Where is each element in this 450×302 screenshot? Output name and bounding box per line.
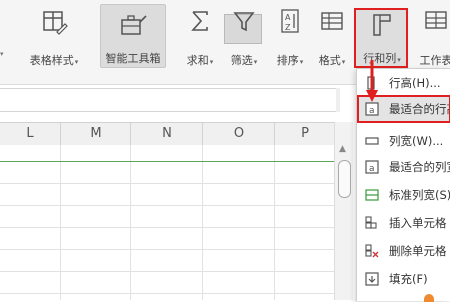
column-header-m[interactable]: M	[60, 123, 131, 145]
fill-icon	[365, 272, 379, 286]
worksheet-button[interactable]: 工作表	[416, 6, 450, 67]
menu-item-best-fit-column[interactable]: a 最适合的列宽	[357, 153, 450, 181]
grid-row-line	[0, 183, 334, 184]
menu-item-label: 标准列宽(S)...	[389, 188, 450, 202]
grid-line	[202, 145, 203, 300]
insert-cells-icon	[365, 216, 377, 229]
formula-bar-divider	[336, 88, 340, 112]
worksheet-icon	[425, 11, 447, 29]
toolbox-icon	[121, 15, 147, 35]
best-fit-row-icon: a	[365, 102, 379, 116]
grid-row-line	[0, 293, 334, 294]
chevron-down-icon[interactable]: ▾	[0, 50, 4, 58]
scroll-up-icon[interactable]: ▲	[339, 144, 346, 154]
scroll-thumb[interactable]	[338, 160, 351, 198]
menu-item-label: 插入单元格	[389, 216, 447, 230]
row-column-icon	[373, 14, 391, 36]
column-header-n[interactable]: N	[130, 123, 203, 145]
cell-grid[interactable]	[0, 145, 334, 300]
sort-label: 排序	[276, 54, 299, 67]
sort-button[interactable]: A Z 排序▾	[270, 6, 310, 67]
menu-item-column-width[interactable]: 列宽(W)...	[357, 127, 450, 155]
table-style-label: 表格样式	[29, 54, 74, 67]
table-style-icon	[43, 11, 68, 35]
menu-item-standard-width[interactable]: 标准列宽(S)...	[357, 181, 450, 209]
grid-row-line	[0, 249, 334, 250]
smart-toolbox-label: 智能工具箱	[105, 52, 161, 65]
filter-button[interactable]: 筛选▾	[224, 6, 264, 67]
filter-label: 筛选	[230, 54, 253, 67]
menu-item-fill[interactable]: 填充(F)	[357, 265, 450, 293]
column-width-icon	[365, 137, 379, 145]
grid-row-line	[0, 271, 334, 272]
sum-label: 求和	[186, 54, 209, 67]
column-header-o[interactable]: O	[202, 123, 275, 145]
red-arrow-icon	[366, 60, 378, 102]
menu-item-delete-cells[interactable]: 删除单元格	[357, 237, 450, 265]
menu-item-label: 填充(F)	[389, 272, 428, 286]
sum-button[interactable]: 求和▾	[180, 6, 220, 67]
format-button[interactable]: 格式▾	[312, 6, 352, 67]
delete-cells-icon	[365, 244, 379, 258]
grid-row-line	[0, 227, 334, 228]
vertical-scrollbar[interactable]: ▲	[334, 122, 353, 300]
sort-az-icon: A Z	[281, 9, 299, 33]
menu-item-label: 删除单元格	[389, 244, 447, 258]
table-style-button[interactable]: 表格样式▾	[24, 6, 84, 67]
grid-line	[60, 145, 61, 300]
menu-item-label: 列宽(W)...	[389, 134, 444, 148]
best-fit-column-icon: a	[365, 160, 379, 174]
grid-line	[274, 145, 275, 300]
format-table-icon	[321, 12, 343, 30]
grid-row-line	[0, 205, 334, 206]
sigma-icon	[191, 11, 208, 31]
funnel-icon	[233, 12, 255, 32]
column-header-p[interactable]: P	[274, 123, 335, 145]
menu-item-label: 最适合的行高	[389, 102, 449, 116]
svg-text:Z: Z	[285, 23, 291, 32]
column-headers: L M N O P	[0, 122, 334, 146]
worksheet-label: 工作表	[419, 54, 450, 67]
format-label: 格式	[318, 54, 341, 67]
column-header-l[interactable]: L	[0, 123, 60, 145]
standard-width-icon	[365, 189, 379, 201]
grid-line	[130, 145, 131, 300]
svg-text:A: A	[285, 13, 291, 22]
svg-text:a: a	[369, 106, 375, 116]
smart-toolbox-button[interactable]: 智能工具箱	[100, 4, 166, 68]
grid-row-line	[0, 161, 334, 162]
svg-text:a: a	[369, 164, 375, 174]
menu-item-label: 最适合的列宽	[389, 160, 450, 174]
menu-item-label: 行高(H)...	[389, 76, 441, 90]
row-column-button[interactable]: 行和列▾	[352, 6, 412, 68]
floating-widget-icon[interactable]	[424, 294, 434, 302]
formula-bar[interactable]	[0, 88, 340, 112]
menu-item-insert-cells[interactable]: 插入单元格	[357, 209, 450, 237]
